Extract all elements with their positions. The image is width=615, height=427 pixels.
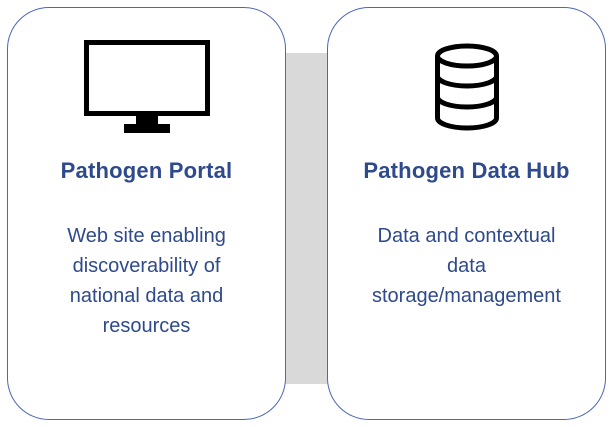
card-description: Data and contextual data storage/managem… bbox=[371, 225, 561, 307]
card-description: Web site enabling discoverability of nat… bbox=[67, 225, 226, 337]
pathogen-portal-card: Pathogen Portal Web site enabling discov… bbox=[7, 7, 286, 420]
monitor-icon bbox=[83, 40, 210, 133]
pathogen-data-hub-card: Pathogen Data Hub Data and contextual da… bbox=[327, 7, 606, 420]
card-connector bbox=[283, 53, 333, 384]
database-icon bbox=[434, 43, 499, 131]
card-title: Pathogen Portal bbox=[60, 158, 233, 183]
card-title: Pathogen Data Hub bbox=[363, 158, 570, 183]
